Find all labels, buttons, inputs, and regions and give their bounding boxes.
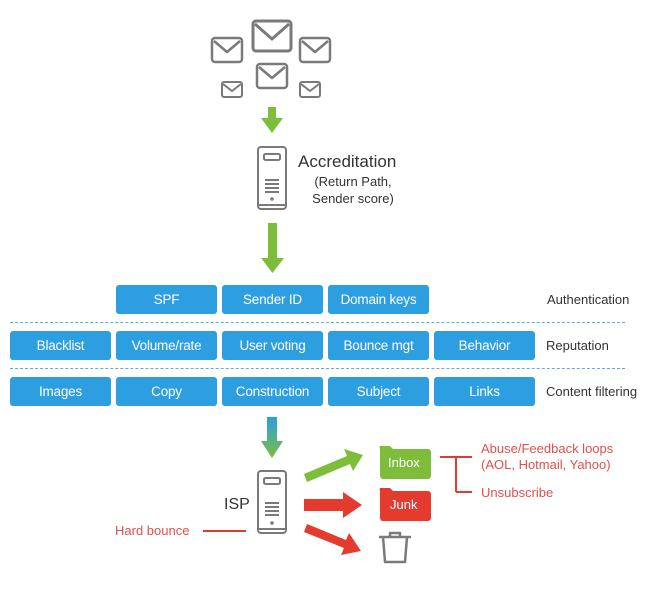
arrow-to-junk-icon [304, 492, 362, 518]
envelope-icon [251, 19, 293, 53]
unsubscribe-label: Unsubscribe [481, 485, 554, 500]
envelope-icon [299, 81, 321, 98]
server-icon [257, 470, 287, 534]
accreditation-title: Accreditation [298, 152, 397, 171]
envelope-icon [255, 62, 289, 90]
divider [10, 368, 625, 369]
arrow-to-inbox-icon [304, 449, 363, 482]
inbox-notes-bracket [440, 456, 472, 493]
envelope-icon [210, 36, 244, 64]
accreditation-subtitle-line1: (Return Path, [314, 174, 392, 189]
auth-item-spf[interactable]: SPF [116, 285, 217, 314]
arrow-down-icon [261, 417, 283, 458]
server-icon [257, 146, 287, 210]
row-label-reputation: Reputation [546, 338, 609, 353]
content-item-copy[interactable]: Copy [116, 377, 217, 406]
arrow-down-icon [261, 107, 283, 133]
divider [10, 322, 625, 323]
row-label-authentication: Authentication [547, 292, 630, 307]
envelope-icon [221, 81, 243, 98]
junk-label[interactable]: Junk [390, 497, 417, 512]
reputation-item-bounce-mgt[interactable]: Bounce mgt [328, 331, 429, 360]
content-item-subject[interactable]: Subject [328, 377, 429, 406]
reputation-item-blacklist[interactable]: Blacklist [10, 331, 111, 360]
arrow-to-trash-icon [304, 524, 361, 555]
trash-icon [379, 531, 411, 564]
feedback-loops-label: Abuse/Feedback loops [481, 441, 614, 456]
row-label-content-filtering: Content filtering [546, 384, 638, 399]
arrow-down-icon [261, 223, 284, 273]
accreditation-subtitle-line2: Sender score) [312, 191, 394, 206]
feedback-providers-label: (AOL, Hotmail, Yahoo) [481, 457, 611, 472]
content-item-construction[interactable]: Construction [222, 377, 323, 406]
reputation-item-user-voting[interactable]: User voting [222, 331, 323, 360]
envelope-icon [298, 36, 332, 64]
isp-label: ISP [224, 496, 250, 513]
inbox-label[interactable]: Inbox [388, 455, 420, 470]
accreditation-subtitle: (Return Path, Sender score) [308, 173, 398, 207]
reputation-item-behavior[interactable]: Behavior [434, 331, 535, 360]
content-item-images[interactable]: Images [10, 377, 111, 406]
auth-item-domain-keys[interactable]: Domain keys [328, 285, 429, 314]
content-item-links[interactable]: Links [434, 377, 535, 406]
hard-bounce-label: Hard bounce [115, 523, 190, 538]
auth-item-sender-id[interactable]: Sender ID [222, 285, 323, 314]
reputation-item-volume-rate[interactable]: Volume/rate [116, 331, 217, 360]
